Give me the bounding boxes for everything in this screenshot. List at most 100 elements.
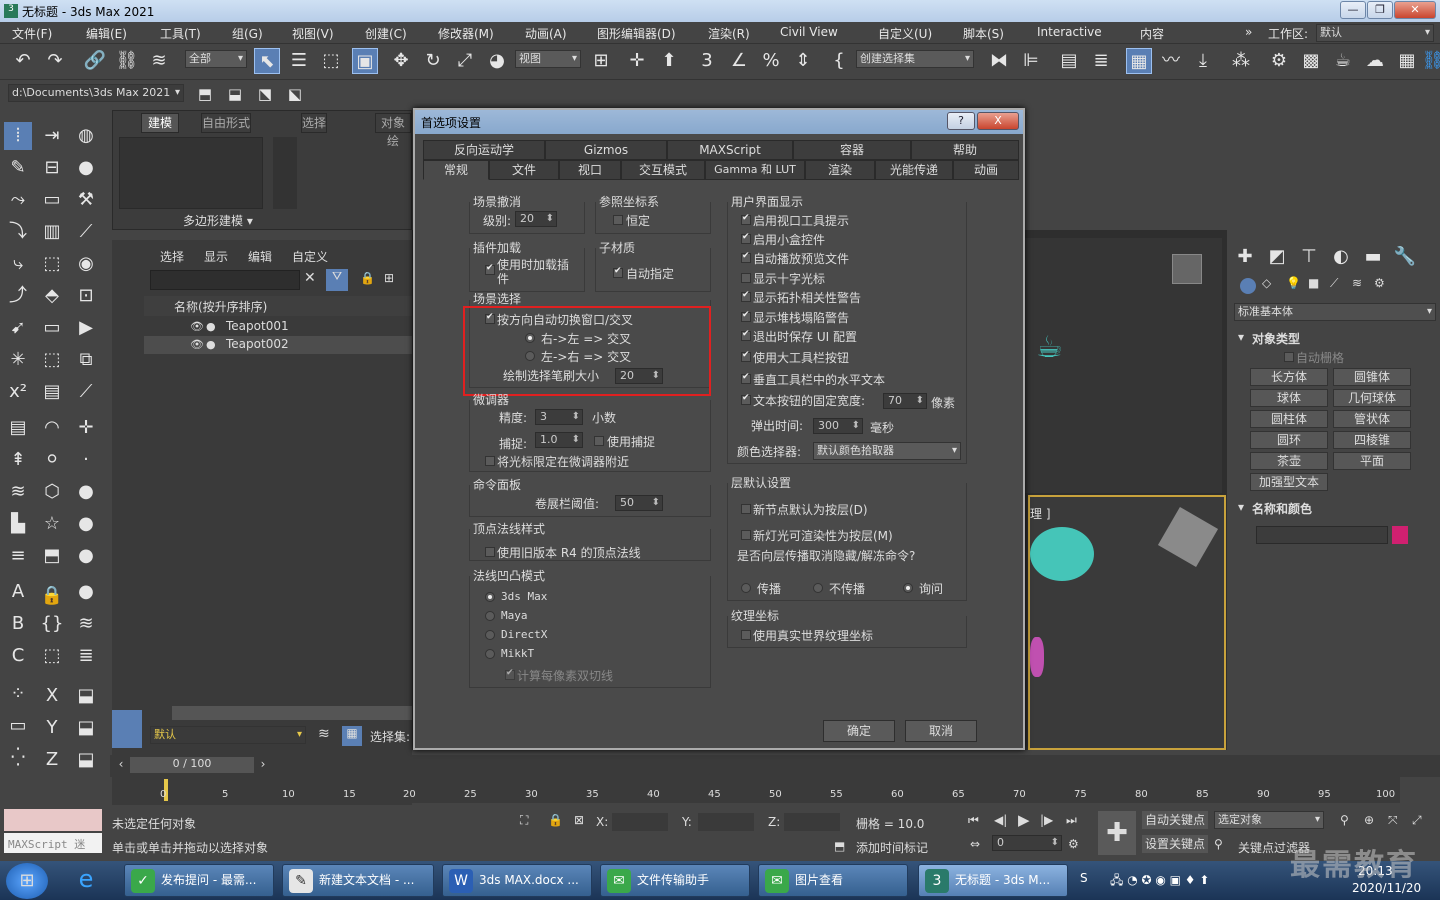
minibox-checkbox[interactable]	[741, 232, 751, 244]
menu-create[interactable]: 创建(C)	[365, 25, 407, 42]
tool-icon-v[interactable]: ⬚	[38, 346, 66, 374]
braces-icon[interactable]: {}	[38, 610, 66, 638]
maximize-button[interactable]: ❐	[1367, 1, 1393, 19]
save-ui-config-checkbox[interactable]	[741, 329, 751, 341]
object-color-swatch[interactable]	[1392, 526, 1408, 544]
window-crossing-icon[interactable]: ▣	[352, 48, 378, 74]
z-field[interactable]	[784, 813, 840, 831]
tab-files[interactable]: 文件	[489, 160, 559, 180]
align-icon[interactable]: ⊫	[1018, 48, 1044, 74]
fixed-width-checkbox[interactable]	[741, 393, 751, 405]
explorer-search-input[interactable]	[150, 270, 300, 290]
name-column-header[interactable]: 名称(按升序排序)	[174, 298, 267, 315]
tab-gizmos[interactable]: Gizmos	[545, 140, 667, 160]
tool-icon-x[interactable]: x²	[4, 378, 32, 406]
display-tab-icon[interactable]: ▬	[1360, 244, 1386, 270]
render-dot-icon[interactable]: ●	[206, 320, 216, 333]
rotate-icon[interactable]: ↻	[420, 48, 446, 74]
tool-icon-w[interactable]: ⧉	[72, 346, 100, 374]
precision-spinner[interactable]: 3	[535, 409, 583, 425]
tool-icon-m[interactable]: ⬚	[38, 250, 66, 278]
ime-icon[interactable]: S	[1080, 871, 1088, 885]
undo-level-spinner[interactable]: 20	[515, 211, 557, 227]
tool-icon-t[interactable]: ▶	[72, 314, 100, 342]
ribbon-tab-object-paint[interactable]: 对象绘	[375, 113, 411, 148]
node-by-layer-checkbox[interactable]	[741, 504, 751, 514]
tool-icon-r[interactable]: ➹	[4, 314, 32, 342]
crosshair-checkbox[interactable]	[741, 273, 751, 283]
ribbon-tab-selection[interactable]: 选择	[301, 113, 328, 133]
set-key-button[interactable]: 设置关键点	[1142, 835, 1208, 853]
tool-icon-ad[interactable]: ⇞	[4, 446, 32, 474]
move-icon[interactable]: ✥	[388, 48, 414, 74]
tool-icon-e[interactable]: ●	[72, 154, 100, 182]
color-picker-select[interactable]: 默认颜色拾取器	[813, 442, 961, 460]
autogrid-checkbox[interactable]	[1284, 352, 1294, 362]
autodesk-icon[interactable]: ⛓	[1420, 48, 1440, 74]
tool-icon-h[interactable]: ⚒	[72, 186, 100, 214]
project-settings-icon[interactable]: ⬕	[282, 81, 308, 107]
mirror-icon[interactable]: ⧓	[986, 48, 1012, 74]
tool-icon-ae[interactable]: ⚪	[38, 446, 66, 474]
tab-rendering[interactable]: 渲染	[805, 160, 875, 180]
tool-icon-ap[interactable]: ●	[72, 578, 100, 606]
ok-button[interactable]: 确定	[823, 720, 895, 742]
explorer-tab-select[interactable]: 选择	[160, 248, 184, 265]
menu-modifiers[interactable]: 修改器(M)	[438, 25, 494, 42]
menu-civil-view[interactable]: Civil View	[780, 25, 838, 39]
object-name-input[interactable]	[1256, 526, 1388, 544]
maximize-viewport-icon[interactable]: ⤢	[1412, 813, 1422, 828]
hierarchy-tab-icon[interactable]: ⊤	[1296, 244, 1322, 270]
rollup-threshold-spinner[interactable]: 50	[615, 495, 663, 511]
large-buttons-checkbox[interactable]	[741, 350, 751, 362]
maxscript-listener-top[interactable]	[4, 809, 102, 831]
tray-icons[interactable]: 🖧 ◔ ✪ ◉ ▣ ♦ ⬆	[1110, 871, 1209, 892]
cylinder-button[interactable]: 圆柱体	[1250, 410, 1328, 428]
cancel-button[interactable]: 取消	[905, 720, 977, 742]
torus-button[interactable]: 圆环	[1250, 431, 1328, 449]
keyboard-shortcut-icon[interactable]: ⬆	[656, 48, 682, 74]
filter-icon[interactable]: ⛛	[326, 269, 348, 291]
workspace-select[interactable]: 默认	[1316, 24, 1434, 42]
tool-icon-at[interactable]: ⁘	[4, 680, 32, 708]
list-item[interactable]: 👁 ● Teapot001	[144, 318, 412, 336]
chevron-right-icon[interactable]: »	[1245, 25, 1252, 39]
menu-scripting[interactable]: 脚本(S)	[963, 25, 1004, 42]
tab-inverse-kinematics[interactable]: 反向运动学	[423, 140, 545, 160]
tool-icon-j[interactable]: ▥	[38, 218, 66, 246]
motion-tab-icon[interactable]: ◐	[1328, 244, 1354, 270]
tool-icon-ao[interactable]: ●	[72, 542, 100, 570]
select-by-name-icon[interactable]: ☰	[286, 48, 312, 74]
stack-collapse-checkbox[interactable]	[741, 310, 751, 322]
lock-list-icon[interactable]: 🔒	[360, 271, 375, 285]
tool-icon-aw[interactable]: ⬓	[72, 714, 100, 742]
tab-viewports[interactable]: 视口	[559, 160, 621, 180]
tool-icon-k[interactable]: ⟋	[72, 218, 100, 246]
box-button[interactable]: 长方体	[1250, 368, 1328, 386]
horizontal-text-checkbox[interactable]	[741, 372, 751, 384]
menu-animation[interactable]: 动画(A)	[525, 25, 567, 42]
named-selection-icon[interactable]: {	[826, 48, 852, 74]
selected-objects-select[interactable]: 选定对象	[1214, 811, 1324, 829]
key-mode-icon[interactable]: ⇔	[970, 837, 980, 851]
select-icon[interactable]: ⦙	[4, 122, 32, 150]
layer-explorer-icon[interactable]: ≣	[1088, 48, 1114, 74]
explorer-tab-customize[interactable]: 自定义	[292, 248, 328, 265]
propagate-radio[interactable]	[741, 583, 751, 593]
explorer-tab-display[interactable]: 显示	[204, 248, 228, 265]
taskbar-item[interactable]: W 3ds MAX.docx ...	[442, 864, 592, 897]
bump-mikkt-radio[interactable]	[485, 649, 495, 659]
taskbar-item[interactable]: 3 无标题 - 3ds M...	[918, 864, 1068, 897]
time-slider-thumb[interactable]: 0 / 100	[130, 757, 254, 773]
flyout-time-spinner[interactable]: 300	[813, 418, 863, 434]
ribbon-tab-freeform[interactable]: 自由形式	[201, 113, 252, 133]
current-frame-spinner[interactable]: 0	[992, 835, 1062, 851]
text-c-icon[interactable]: C	[4, 642, 32, 670]
track-bar[interactable]: 0 5 10 15 20 25 30 35 40 45 50 55 60 65 …	[160, 777, 1400, 803]
project-folder-icon[interactable]: ⬒	[192, 81, 218, 107]
curve-editor-icon[interactable]: 〰	[1158, 48, 1184, 74]
button-width-spinner[interactable]: 70	[883, 393, 927, 409]
project-new-icon[interactable]: ⬓	[222, 81, 248, 107]
per-pixel-bitangent-checkbox[interactable]	[505, 668, 515, 680]
visibility-eye-icon[interactable]: 👁	[190, 338, 204, 351]
